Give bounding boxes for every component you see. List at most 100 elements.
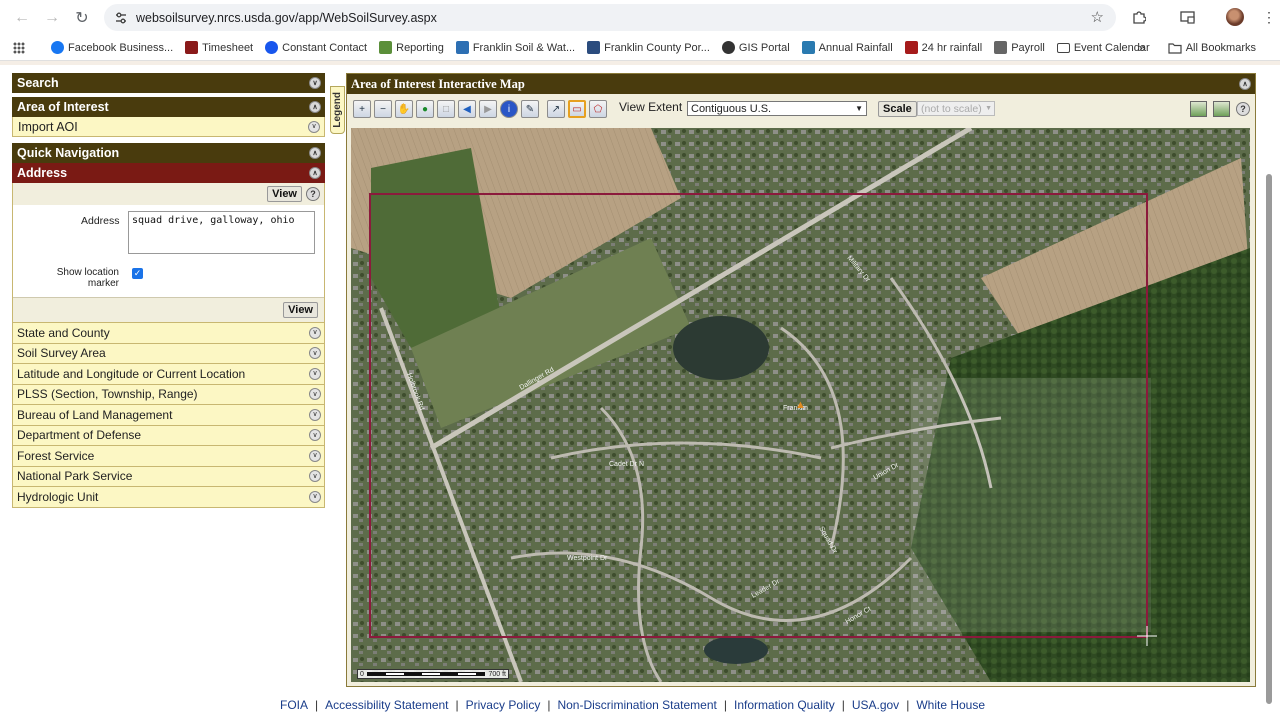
map-export-icon[interactable]: ↗ [547, 100, 565, 118]
legend-tab[interactable]: Legend [330, 86, 345, 134]
footer-link-non-discrimination-statement[interactable]: Non-Discrimination Statement [557, 698, 716, 712]
map-view-icon[interactable] [1213, 101, 1230, 117]
apps-grid-icon[interactable] [13, 41, 25, 54]
footer-link-privacy-policy[interactable]: Privacy Policy [466, 698, 541, 712]
more-bookmarks-chevron-icon[interactable]: » [1138, 40, 1145, 55]
bookmark-label[interactable]: Franklin Soil & Wat... [473, 42, 575, 54]
scale-select[interactable]: (not to scale) ▼ [917, 101, 995, 116]
collapse-chevron-icon[interactable]: ∨ [309, 367, 321, 380]
nav-item-plss-section-township-range[interactable]: PLSS (Section, Township, Range) ∨ [12, 384, 325, 405]
help-icon[interactable]: ? [306, 187, 320, 201]
extensions-icon[interactable] [1126, 4, 1152, 30]
nav-item-label[interactable]: Department of Defense [17, 428, 141, 442]
address-bar[interactable]: websoilsurvey.nrcs.usda.gov/app/WebSoilS… [104, 4, 1116, 31]
site-info-icon[interactable] [108, 5, 134, 31]
scale-button[interactable]: Scale [878, 101, 917, 117]
collapse-chevron-icon[interactable]: ∨ [309, 429, 321, 442]
address-header[interactable]: Address ∧ [12, 163, 325, 183]
aoi-polygon-icon[interactable]: ⬠ [589, 100, 607, 118]
bookmark-label[interactable]: Franklin County Por... [604, 42, 710, 54]
layers-icon[interactable] [1190, 101, 1207, 117]
footer-link-white-house[interactable]: White House [916, 698, 985, 712]
nav-item-label[interactable]: Hydrologic Unit [17, 490, 98, 504]
cast-icon[interactable] [1174, 4, 1200, 30]
bookmark-payroll[interactable]: Payroll [994, 41, 1045, 54]
map-view[interactable]: Dallinger Rd Cadet Dr N Westpoint Dr Lea… [351, 128, 1250, 682]
nav-item-soil-survey-area[interactable]: Soil Survey Area ∨ [12, 343, 325, 364]
bookmark-constant-contact[interactable]: Constant Contact [265, 41, 367, 54]
scrollbar-thumb[interactable] [1266, 174, 1272, 704]
bookmark-gis-portal[interactable]: GIS Portal [721, 41, 790, 54]
previous-extent-icon[interactable]: ◀ [458, 100, 476, 118]
bookmark-folder[interactable]: Event Calendar [1056, 42, 1150, 54]
nav-item-label[interactable]: National Park Service [17, 469, 132, 483]
address-input[interactable]: squad drive, galloway, ohio [128, 211, 315, 254]
collapse-chevron-icon[interactable]: ∨ [309, 470, 321, 483]
bookmark-label[interactable]: GIS Portal [739, 42, 790, 54]
footer-link-usa-gov[interactable]: USA.gov [852, 698, 899, 712]
nav-item-label[interactable]: State and County [17, 326, 110, 340]
collapse-chevron-icon[interactable]: ∨ [308, 120, 320, 133]
expand-chevron-icon[interactable]: ∧ [309, 147, 321, 159]
nav-item-latitude-and-longitude-or-current-location[interactable]: Latitude and Longitude or Current Locati… [12, 364, 325, 385]
nav-item-forest-service[interactable]: Forest Service ∨ [12, 446, 325, 467]
view-button[interactable]: View [283, 302, 318, 318]
nav-item-national-park-service[interactable]: National Park Service ∨ [12, 466, 325, 487]
zoom-to-aoi-icon[interactable]: □ [437, 100, 455, 118]
bookmark-franklin-soil[interactable]: Franklin Soil & Wat... [455, 41, 575, 54]
back-arrow-icon[interactable]: ← [7, 3, 37, 33]
pan-hand-icon[interactable]: ✋ [395, 100, 413, 118]
bookmark-reporting[interactable]: Reporting [379, 41, 444, 54]
search-header[interactable]: Search ∨ [12, 73, 325, 93]
expand-chevron-icon[interactable]: ∧ [1239, 78, 1251, 90]
zoom-out-icon[interactable]: − [374, 100, 392, 118]
url-text[interactable]: websoilsurvey.nrcs.usda.gov/app/WebSoilS… [136, 11, 437, 25]
full-extent-globe-icon[interactable]: ● [416, 100, 434, 118]
bookmark-annual-rainfall[interactable]: Annual Rainfall [801, 41, 893, 54]
bookmark-label[interactable]: Constant Contact [282, 42, 367, 54]
next-extent-icon[interactable]: ▶ [479, 100, 497, 118]
all-bookmarks[interactable]: All Bookmarks [1168, 42, 1256, 54]
expand-chevron-icon[interactable]: ∧ [309, 167, 321, 179]
legend-label[interactable]: Legend [332, 92, 343, 128]
bookmark-label[interactable]: 24 hr rainfall [922, 42, 983, 54]
zoom-in-icon[interactable]: + [353, 100, 371, 118]
bookmark-label[interactable]: Annual Rainfall [819, 42, 893, 54]
collapse-chevron-icon[interactable]: ∨ [309, 388, 321, 401]
import-aoi-label[interactable]: Import AOI [18, 120, 78, 134]
nav-item-label[interactable]: Bureau of Land Management [17, 408, 172, 422]
nav-item-department-of-defense[interactable]: Department of Defense ∨ [12, 425, 325, 446]
avatar[interactable] [1222, 4, 1248, 30]
quick-nav-header[interactable]: Quick Navigation ∧ [12, 143, 325, 163]
footer-link-foia[interactable]: FOIA [280, 698, 308, 712]
help-icon[interactable]: ? [1236, 102, 1250, 116]
nav-item-label[interactable]: Forest Service [17, 449, 94, 463]
reload-icon[interactable]: ↻ [67, 3, 97, 33]
bookmark-label[interactable]: Timesheet [202, 42, 253, 54]
aoi-header[interactable]: Area of Interest ∧ [12, 97, 325, 117]
aerial-map-image[interactable]: Dallinger Rd Cadet Dr N Westpoint Dr Lea… [351, 128, 1250, 682]
collapse-chevron-icon[interactable]: ∨ [309, 347, 321, 360]
nav-item-state-and-county[interactable]: State and County ∨ [12, 323, 325, 344]
collapse-chevron-icon[interactable]: ∨ [309, 326, 321, 339]
bookmark-timesheet[interactable]: Timesheet [185, 41, 253, 54]
bookmark-star-icon[interactable]: ☆ [1091, 8, 1104, 26]
forward-arrow-icon[interactable]: → [37, 3, 67, 33]
bookmark-label[interactable]: Payroll [1011, 42, 1045, 54]
menu-dots-icon[interactable]: ⋮ [1256, 4, 1280, 30]
footer-link-information-quality[interactable]: Information Quality [734, 698, 835, 712]
aoi-rectangle-icon[interactable]: ▭ [568, 100, 586, 118]
nav-item-label[interactable]: PLSS (Section, Township, Range) [17, 387, 198, 401]
nav-item-label[interactable]: Latitude and Longitude or Current Locati… [17, 367, 245, 381]
bookmark-rainfall-24hr[interactable]: 24 hr rainfall [904, 41, 983, 54]
collapse-chevron-icon[interactable]: ∨ [309, 77, 321, 89]
footer-link-accessibility-statement[interactable]: Accessibility Statement [325, 698, 448, 712]
identify-info-icon[interactable]: i [500, 100, 518, 118]
expand-chevron-icon[interactable]: ∧ [309, 101, 321, 113]
show-marker-checkbox[interactable]: ✓ [132, 268, 143, 279]
view-button-top[interactable]: View [267, 186, 302, 202]
nav-item-bureau-of-land-management[interactable]: Bureau of Land Management ∨ [12, 405, 325, 426]
page-scrollbar[interactable] [1264, 66, 1274, 706]
measure-ruler-icon[interactable]: ✎ [521, 100, 539, 118]
collapse-chevron-icon[interactable]: ∨ [309, 449, 321, 462]
